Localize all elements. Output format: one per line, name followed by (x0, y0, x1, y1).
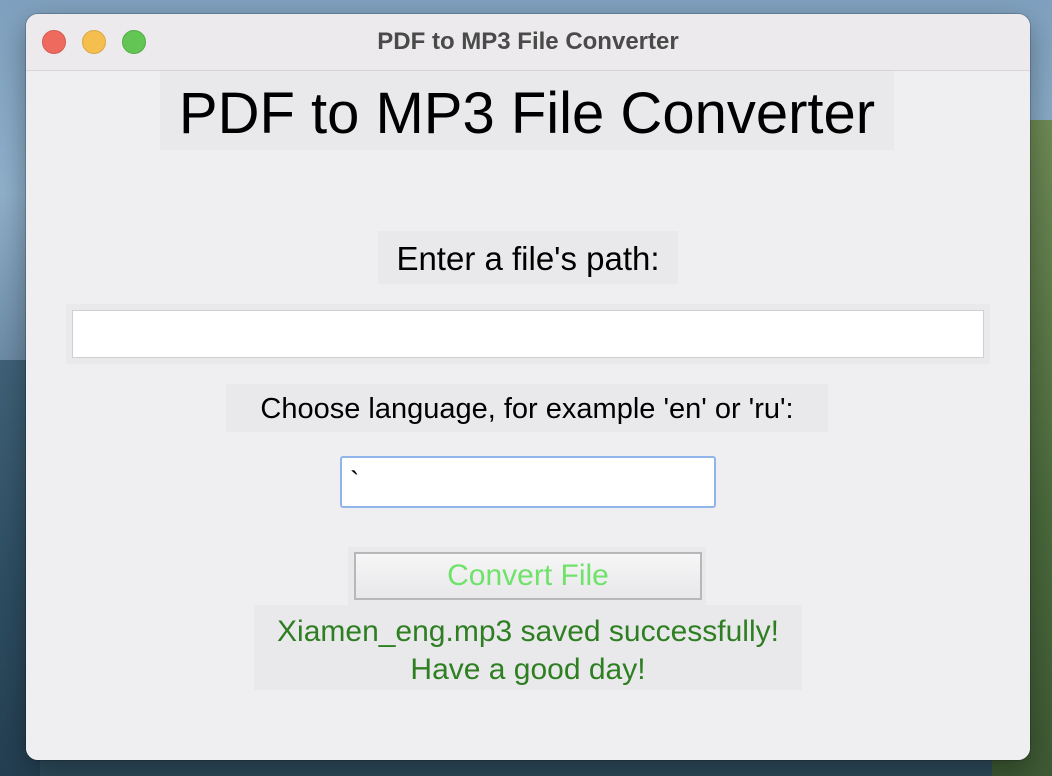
status-success-text: Xiamen_eng.mp3 saved successfully! (277, 615, 779, 648)
file-path-label: Enter a file's path: (378, 231, 678, 284)
close-window-button[interactable] (42, 30, 66, 54)
convert-file-button[interactable]: Convert File (354, 552, 702, 600)
zoom-window-button[interactable] (122, 30, 146, 54)
language-input[interactable] (340, 456, 716, 508)
minimize-window-button[interactable] (82, 30, 106, 54)
language-label: Choose language, for example 'en' or 'ru… (226, 384, 828, 432)
main-content: PDF to MP3 File Converter Enter a file's… (26, 71, 1030, 760)
window-title: PDF to MP3 File Converter (377, 28, 679, 55)
file-path-field-frame (66, 304, 990, 364)
file-path-input[interactable] (72, 310, 984, 358)
title-bar[interactable]: PDF to MP3 File Converter (26, 14, 1030, 71)
app-window: PDF to MP3 File Converter PDF to MP3 Fil… (26, 14, 1030, 760)
convert-button-frame: Convert File (348, 547, 706, 605)
status-message: Xiamen_eng.mp3 saved successfully! Have … (254, 605, 802, 690)
page-title: PDF to MP3 File Converter (160, 71, 894, 150)
status-farewell-text: Have a good day! (410, 653, 646, 686)
